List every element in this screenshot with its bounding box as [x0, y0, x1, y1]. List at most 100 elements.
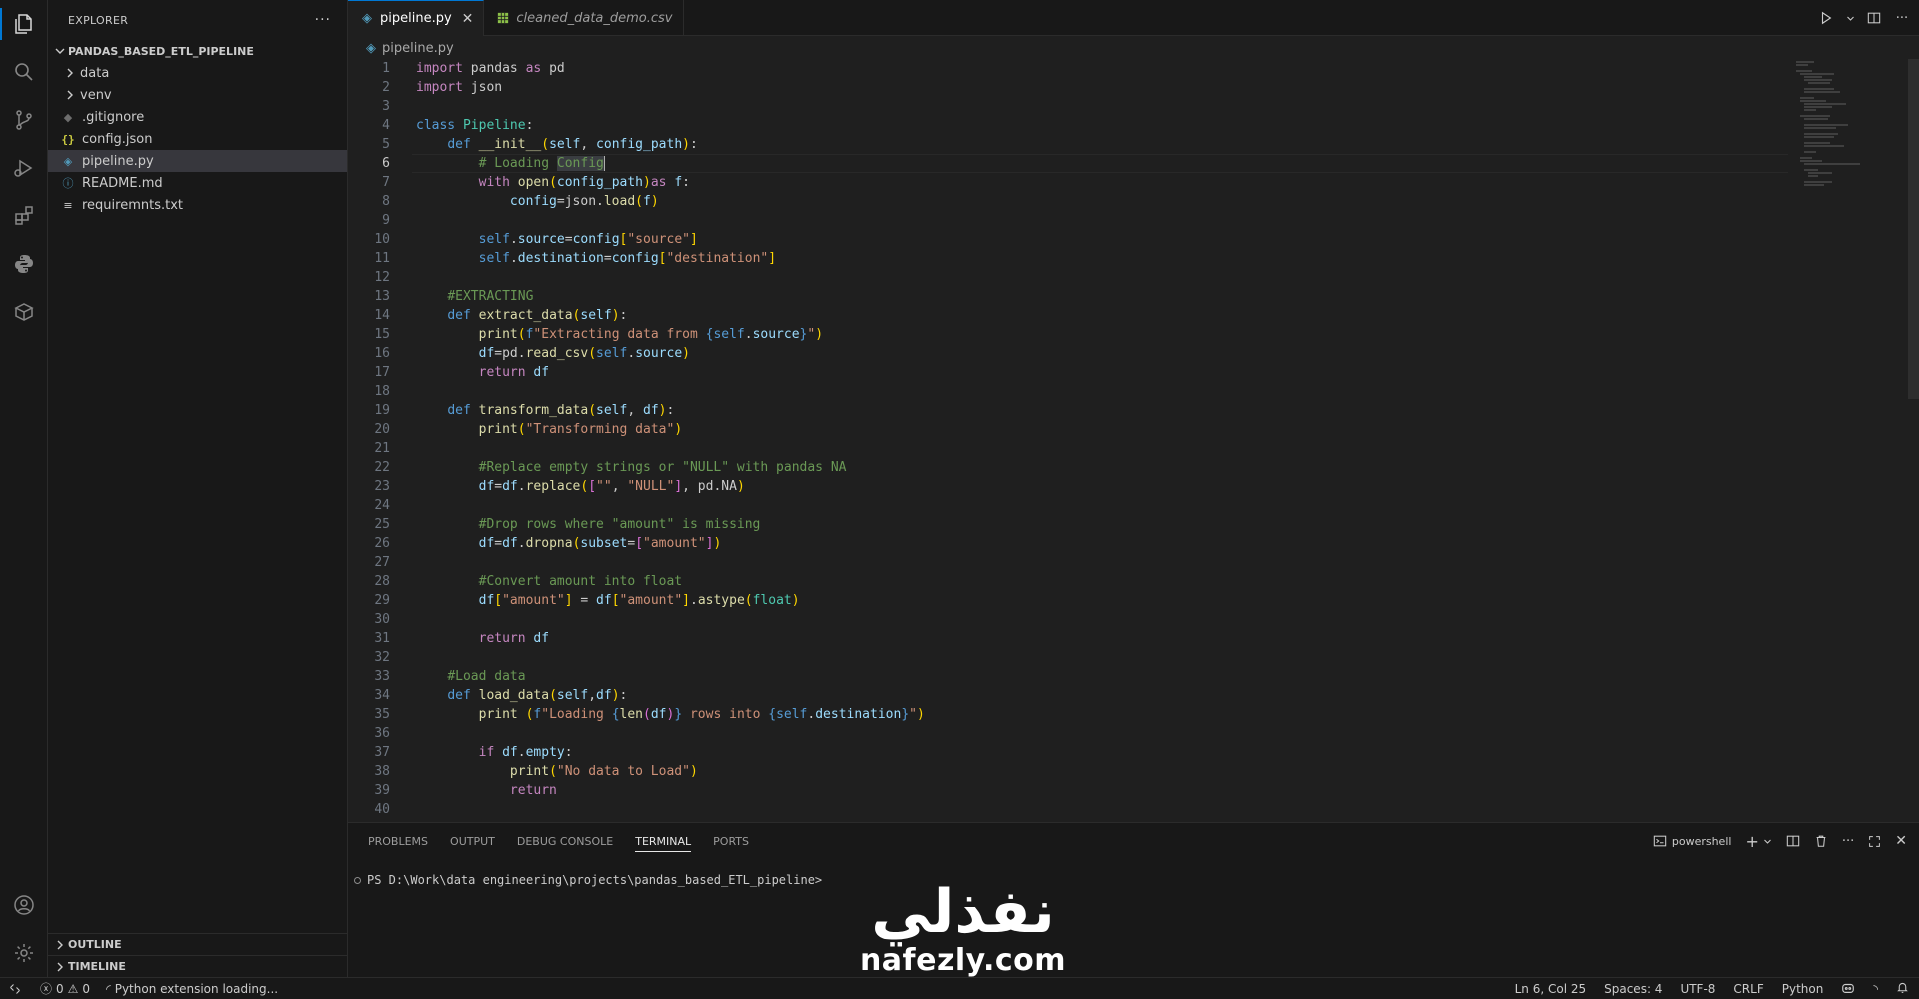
- tree-file-readme[interactable]: ⓘ README.md: [48, 172, 347, 194]
- project-folder[interactable]: PANDAS_BASED_ETL_PIPELINE: [48, 40, 347, 62]
- copilot-icon[interactable]: [1841, 981, 1855, 998]
- indentation[interactable]: Spaces: 4: [1604, 982, 1662, 996]
- tree-file-gitignore[interactable]: ◆ .gitignore: [48, 106, 347, 128]
- timeline-section[interactable]: TIMELINE: [48, 955, 348, 977]
- line-number: 34: [374, 688, 390, 703]
- tree-folder-venv[interactable]: venv: [48, 84, 347, 106]
- line-number: 4: [382, 118, 390, 133]
- chevron-down-icon[interactable]: [1845, 9, 1855, 27]
- tab-output[interactable]: OUTPUT: [450, 835, 495, 848]
- tab-debug-console[interactable]: DEBUG CONSOLE: [517, 835, 613, 848]
- explorer-icon[interactable]: [0, 4, 48, 44]
- account-icon[interactable]: [0, 885, 48, 925]
- close-icon[interactable]: ✕: [1895, 833, 1907, 849]
- code-line: #Convert amount into float: [478, 574, 683, 589]
- more-actions-icon[interactable]: ···: [1893, 9, 1911, 27]
- close-icon[interactable]: ✕: [462, 11, 474, 27]
- code-line: print("Transforming data"): [478, 422, 683, 437]
- line-number: 22: [374, 460, 390, 475]
- settings-gear-icon[interactable]: [0, 933, 48, 973]
- breadcrumb-file[interactable]: pipeline.py: [382, 41, 454, 56]
- trash-icon[interactable]: [1814, 834, 1828, 848]
- split-terminal-icon[interactable]: [1786, 834, 1800, 848]
- tree-item-label: README.md: [82, 175, 163, 191]
- line-number: 24: [374, 498, 390, 513]
- terminal-output[interactable]: PS D:\Work\data engineering\projects\pan…: [354, 873, 822, 887]
- tree-item-label: .gitignore: [82, 109, 145, 125]
- line-number: 26: [374, 536, 390, 551]
- activity-bar: [0, 0, 48, 977]
- python-file-icon: ◈: [366, 40, 376, 56]
- tab-ports[interactable]: PORTS: [713, 835, 749, 848]
- tab-pipeline-py[interactable]: ◈ pipeline.py ✕: [348, 0, 485, 36]
- maximize-panel-icon[interactable]: [1868, 835, 1881, 848]
- status-bar: ⓧ 0 ⚠ 0 ◜ Python extension loading... Ln…: [0, 977, 1919, 999]
- run-debug-icon[interactable]: [0, 148, 48, 188]
- tree-folder-data[interactable]: data: [48, 62, 347, 84]
- search-icon[interactable]: [0, 52, 48, 92]
- code-line: df=df.replace(["", "NULL"], pd.NA): [478, 479, 745, 494]
- line-number: 33: [374, 669, 390, 684]
- code-line: #Load data: [447, 669, 526, 684]
- bottom-panel: PROBLEMS OUTPUT DEBUG CONSOLE TERMINAL P…: [348, 822, 1919, 977]
- project-folder-label: PANDAS_BASED_ETL_PIPELINE: [68, 44, 254, 58]
- git-icon: ◆: [63, 110, 73, 124]
- loading-spinner-icon: ◜: [106, 981, 111, 996]
- code-line: def __init__(self, config_path):: [447, 137, 698, 152]
- notifications-bell-icon[interactable]: [1896, 981, 1909, 997]
- source-control-icon[interactable]: [0, 100, 48, 140]
- editor-scrollbar[interactable]: [1908, 59, 1919, 399]
- outline-section[interactable]: OUTLINE: [48, 933, 348, 955]
- text-file-icon: ≡: [63, 198, 73, 212]
- line-number: 9: [382, 213, 390, 228]
- split-editor-icon[interactable]: [1865, 9, 1883, 27]
- sync-icon[interactable]: ◝: [1873, 982, 1878, 996]
- code-editor[interactable]: 1 import pandas as pd 2 import json 3 4 cla…: [348, 59, 1788, 821]
- outline-label: OUTLINE: [68, 938, 122, 951]
- run-icon[interactable]: [1817, 9, 1835, 27]
- extension-status[interactable]: ◜ Python extension loading...: [106, 982, 278, 996]
- timeline-label: TIMELINE: [68, 960, 126, 973]
- code-line: self.source=config["source"]: [478, 232, 698, 247]
- tree-file-config-json[interactable]: {} config.json: [48, 128, 347, 150]
- code-line: import pandas as pd: [416, 61, 565, 76]
- line-ending[interactable]: CRLF: [1733, 982, 1763, 996]
- line-number: 31: [374, 631, 390, 646]
- remote-icon[interactable]: [0, 978, 30, 999]
- line-number: 40: [374, 802, 390, 817]
- problems-status[interactable]: ⓧ 0 ⚠ 0: [40, 980, 90, 997]
- tab-terminal[interactable]: TERMINAL: [635, 835, 692, 852]
- watermark-arabic: نفذلي: [871, 877, 1055, 947]
- explorer-more-button[interactable]: ···: [315, 12, 331, 28]
- minimap[interactable]: [1788, 59, 1908, 821]
- language-mode[interactable]: Python: [1782, 982, 1824, 996]
- code-line: df=df.dropna(subset=["amount"]): [478, 536, 722, 551]
- terminal-shell-selector[interactable]: powershell: [1653, 834, 1731, 848]
- tree-file-requirements[interactable]: ≡ requiremnts.txt: [48, 194, 347, 216]
- python-icon[interactable]: [0, 244, 48, 284]
- tab-cleaned-data-csv[interactable]: cleaned_data_demo.csv: [484, 0, 684, 36]
- tree-file-pipeline-py[interactable]: ◈ pipeline.py: [48, 150, 347, 172]
- encoding[interactable]: UTF-8: [1680, 982, 1715, 996]
- code-line: print("No data to Load"): [509, 764, 698, 779]
- watermark: نفذلي nafezly.com: [848, 880, 1078, 978]
- line-number: 38: [374, 764, 390, 779]
- new-terminal-icon[interactable]: +: [1745, 832, 1758, 851]
- line-number: 17: [374, 365, 390, 380]
- extensions-icon[interactable]: [0, 196, 48, 236]
- code-line: #Drop rows where "amount" is missing: [478, 517, 761, 532]
- line-number: 19: [374, 403, 390, 418]
- more-actions-icon[interactable]: ···: [1842, 834, 1854, 849]
- tree-item-label: config.json: [82, 131, 153, 147]
- line-number: 10: [374, 232, 390, 247]
- explorer-sidebar: EXPLORER ··· PANDAS_BASED_ETL_PIPELINE d…: [48, 0, 348, 977]
- line-number: 32: [374, 650, 390, 665]
- tab-problems[interactable]: PROBLEMS: [368, 835, 428, 848]
- cursor-position[interactable]: Ln 6, Col 25: [1515, 982, 1587, 996]
- chevron-right-icon: [52, 937, 68, 953]
- database-icon[interactable]: [0, 292, 48, 332]
- chevron-down-icon[interactable]: [1763, 837, 1772, 846]
- warning-icon: ⚠: [67, 981, 79, 996]
- code-line: import json: [416, 80, 503, 95]
- error-count: 0: [56, 981, 64, 996]
